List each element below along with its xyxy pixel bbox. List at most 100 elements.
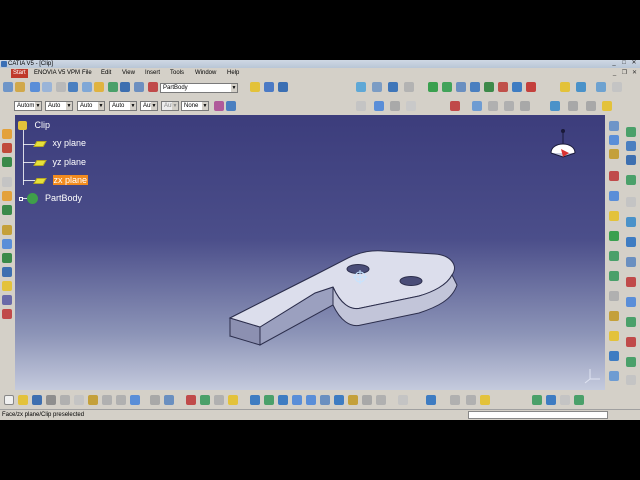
apply-material-icon[interactable] [550, 101, 560, 111]
split-icon[interactable] [2, 295, 12, 305]
cut-icon[interactable] [60, 395, 70, 405]
view-fit-icon[interactable] [250, 395, 260, 405]
shading-icon[interactable] [348, 395, 358, 405]
inertia-icon[interactable] [546, 395, 556, 405]
point-type-select[interactable]: Aut ▼ [140, 101, 158, 111]
undo-tool-icon[interactable] [102, 395, 112, 405]
formula-icon[interactable] [504, 101, 514, 111]
minimize-button[interactable]: _ [610, 60, 618, 67]
shell-tool-icon[interactable] [626, 197, 636, 207]
section-icon[interactable] [374, 101, 384, 111]
menu-view[interactable]: View [122, 69, 135, 78]
law-icon[interactable] [520, 101, 530, 111]
expand-plus-icon[interactable] [19, 196, 23, 201]
axis-icon[interactable] [498, 82, 508, 92]
tree-item-zx-plane[interactable]: zx plane [33, 175, 89, 185]
painter-icon[interactable] [214, 101, 224, 111]
zoom-in-icon[interactable] [292, 395, 302, 405]
pocket-icon[interactable] [42, 82, 52, 92]
menu-edit[interactable]: Edit [101, 69, 111, 78]
boolean-icon[interactable] [472, 101, 482, 111]
redo-tool-icon[interactable] [116, 395, 126, 405]
translation-icon[interactable] [609, 251, 619, 261]
fly-mode-icon[interactable] [200, 395, 210, 405]
thick-surface-icon[interactable] [2, 309, 12, 319]
view-mode-tool-icon[interactable] [426, 395, 436, 405]
translate-icon[interactable] [428, 82, 438, 92]
fit-icon[interactable] [214, 395, 224, 405]
move-icon[interactable] [442, 82, 452, 92]
compass-icon[interactable] [543, 127, 583, 171]
menu-help[interactable]: Help [227, 69, 239, 78]
layers-icon[interactable] [466, 395, 476, 405]
workbench-icon[interactable] [560, 82, 570, 92]
view-rotate-icon[interactable] [278, 395, 288, 405]
menu-tools[interactable]: Tools [170, 69, 184, 78]
menu-insert[interactable]: Insert [145, 69, 160, 78]
variable-fillet-icon[interactable] [626, 175, 636, 185]
chamfer-icon[interactable] [94, 82, 104, 92]
cube-icon[interactable] [480, 395, 490, 405]
annotation-icon[interactable] [568, 101, 578, 111]
symmetry-icon[interactable] [609, 271, 619, 281]
layer-select[interactable]: Auto ▼ [109, 101, 137, 111]
edge-fillet-icon[interactable] [609, 171, 619, 181]
formula-tool-icon[interactable] [150, 395, 160, 405]
loft-icon[interactable] [2, 267, 12, 277]
circ-pattern-icon[interactable] [626, 297, 636, 307]
copy-tool-icon[interactable] [74, 395, 84, 405]
menu-window[interactable]: Window [195, 69, 216, 78]
settings-icon[interactable] [612, 82, 622, 92]
remove-face-icon[interactable] [609, 231, 619, 241]
constraint-tool-icon[interactable] [626, 375, 636, 385]
part-geometry[interactable] [15, 115, 605, 390]
select-icon[interactable] [3, 82, 13, 92]
menu-enovia[interactable]: ENOVIA V5 VPM [34, 69, 80, 78]
mirror-tool-icon[interactable] [626, 277, 636, 287]
menu-file[interactable]: File [82, 69, 92, 78]
render-icon[interactable] [596, 82, 606, 92]
tree-item-yz-plane[interactable]: yz plane [33, 157, 86, 167]
doc-restore-button[interactable]: ❐ [621, 70, 628, 77]
measure-tool-icon[interactable] [532, 395, 542, 405]
save-icon[interactable] [32, 395, 42, 405]
sketcher-icon[interactable] [2, 129, 12, 139]
draft-icon[interactable] [526, 82, 536, 92]
draft-angle-icon[interactable] [609, 191, 619, 201]
open-file-icon[interactable] [18, 395, 28, 405]
apply-material-tool-icon[interactable] [574, 395, 584, 405]
pad-tool-icon[interactable] [2, 225, 12, 235]
whats-this-icon[interactable] [130, 395, 140, 405]
analysis-icon[interactable] [512, 82, 522, 92]
sections-icon[interactable] [560, 395, 570, 405]
new-file-icon[interactable] [4, 395, 14, 405]
fit-all-icon[interactable] [356, 82, 366, 92]
print-icon[interactable] [46, 395, 56, 405]
mirror-icon[interactable] [134, 82, 144, 92]
remove-lump-icon[interactable] [609, 371, 619, 381]
intersect-icon[interactable] [609, 351, 619, 361]
line-type-select[interactable]: Autom ▼ [14, 101, 42, 111]
shaft-icon[interactable] [2, 239, 12, 249]
scaling-icon[interactable] [609, 311, 619, 321]
transparency-select[interactable]: Aut ▼ [161, 101, 179, 111]
thread-icon[interactable] [2, 281, 12, 291]
stiffener-icon[interactable] [609, 149, 619, 159]
plane-icon[interactable] [2, 157, 12, 167]
rect-pattern-icon[interactable] [609, 291, 619, 301]
zoom-icon[interactable] [404, 82, 414, 92]
thread-tool-icon[interactable] [626, 217, 636, 227]
fillet-icon[interactable] [82, 82, 92, 92]
pad-icon[interactable] [30, 82, 40, 92]
rotate-icon[interactable] [388, 82, 398, 92]
constraint-icon[interactable] [470, 82, 480, 92]
tree-item-partbody[interactable]: PartBody [19, 193, 82, 205]
command-input[interactable] [468, 411, 608, 419]
point-icon[interactable] [2, 177, 12, 187]
render-style-icon[interactable] [398, 395, 408, 405]
union-trim-icon[interactable] [626, 357, 636, 367]
snap-icon[interactable] [456, 82, 466, 92]
slot-icon[interactable] [626, 141, 636, 151]
spec-tree-icon[interactable] [250, 82, 260, 92]
view-pan-icon[interactable] [264, 395, 274, 405]
